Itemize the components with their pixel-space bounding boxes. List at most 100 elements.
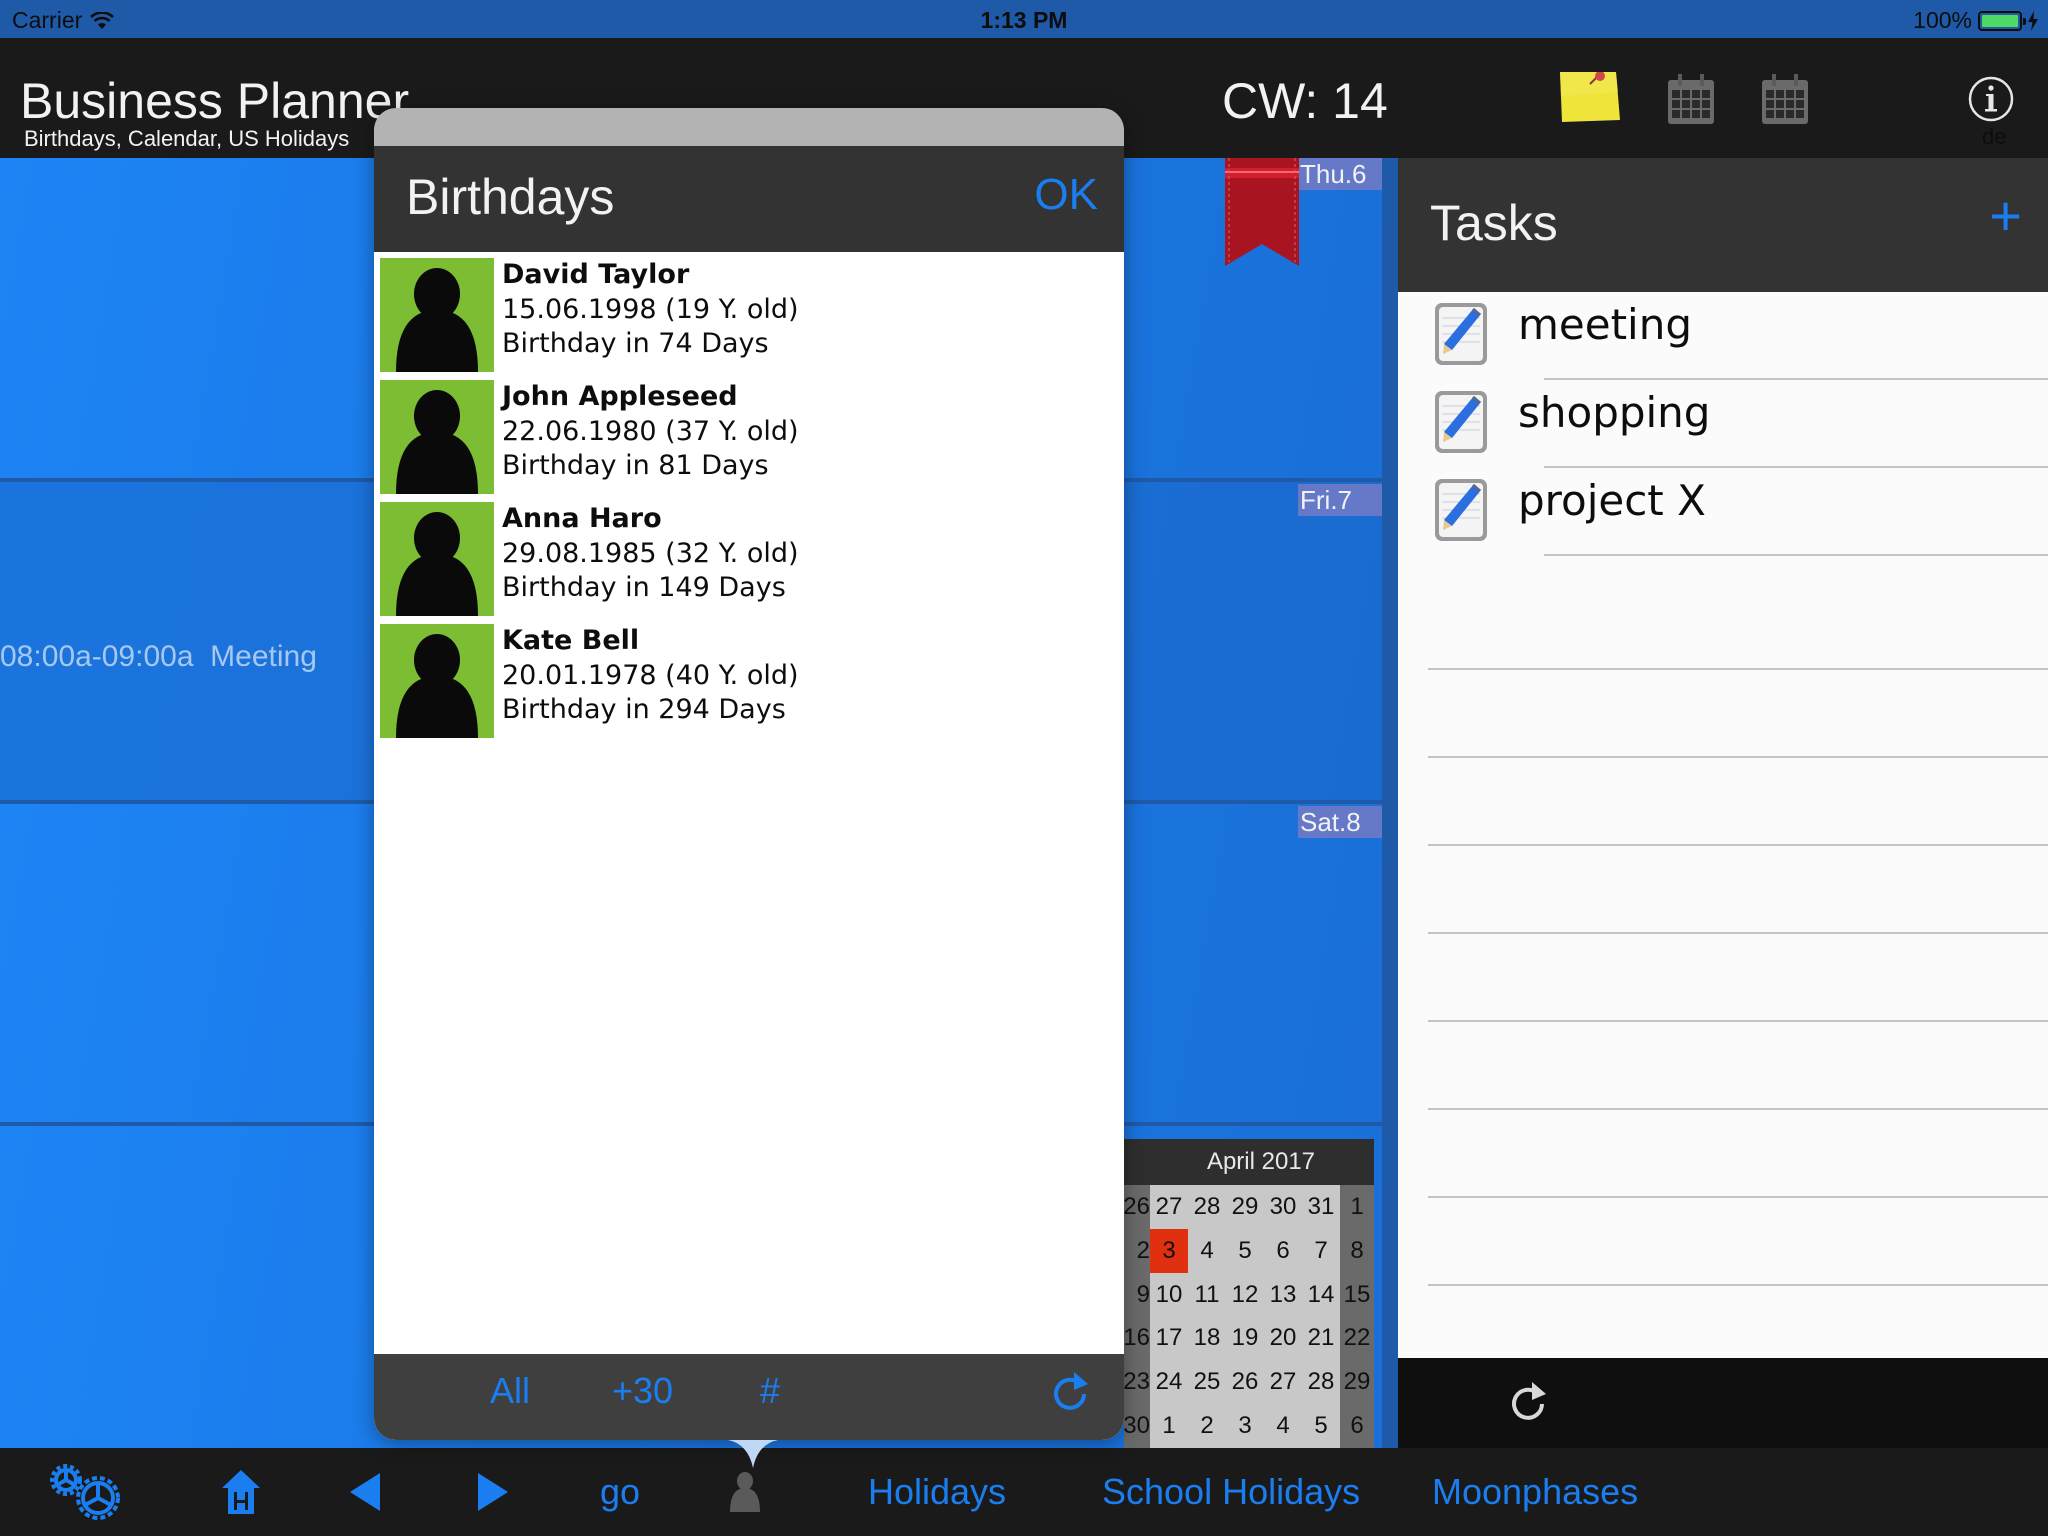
mini-calendar-day[interactable]: 28 (1302, 1360, 1340, 1405)
mini-calendar[interactable]: April 2017 26 27 28 29 30 31 1 2 3 4 5 6 7 8 9 10 11 12 13… (1124, 1139, 1374, 1448)
mini-calendar-day[interactable]: 4 (1264, 1404, 1302, 1448)
calendar-icon[interactable] (1668, 74, 1714, 124)
mini-calendar-day[interactable]: 4 (1188, 1228, 1226, 1273)
mini-calendar-day[interactable]: 24 (1150, 1360, 1188, 1405)
popover-header: Birthdays OK (374, 146, 1124, 252)
mini-calendar-day[interactable]: 22 (1340, 1316, 1374, 1361)
bottom-toolbar: go Holidays School Holidays Moonphases (0, 1448, 2048, 1536)
mini-calendar-day[interactable]: 30 (1264, 1185, 1302, 1229)
mini-calendar-day[interactable]: 20 (1264, 1316, 1302, 1361)
week-number: 23 (1124, 1360, 1150, 1405)
week-number: 9 (1124, 1272, 1150, 1317)
mini-calendar-day[interactable]: 12 (1226, 1272, 1264, 1317)
tasks-header: Tasks + (1398, 158, 2048, 292)
mini-calendar-day[interactable]: 31 (1302, 1185, 1340, 1229)
avatar (380, 502, 494, 616)
mini-calendar-grid: 26 27 28 29 30 31 1 2 3 4 5 6 7 8 9 10 11 12 13 14 15 16 17 18 1… (1124, 1185, 1374, 1448)
contact-name: Anna Haro (502, 503, 662, 534)
tasks-title: Tasks (1430, 195, 1558, 251)
calendar-event[interactable]: 08:00a-09:00a Meeting (0, 640, 317, 674)
birthday-entry[interactable]: John Appleseed 22.06.1980 (37 Y. old) Birt… (374, 374, 1124, 496)
mini-calendar-day[interactable]: 10 (1150, 1272, 1188, 1317)
mini-calendar-day[interactable]: 11 (1188, 1272, 1226, 1317)
task-label: project X (1518, 476, 1706, 525)
task-item[interactable]: project X (1398, 468, 2048, 556)
sort-number-button[interactable]: # (760, 1370, 780, 1412)
birth-date-age: 15.06.1998 (19 Y. old) (502, 293, 799, 325)
mini-calendar-day[interactable]: 1 (1150, 1404, 1188, 1448)
moonphases-button[interactable]: Moonphases (1432, 1448, 1638, 1536)
task-list: meeting shopping project X (1398, 292, 2048, 556)
calendar-week: CW: 14 (1222, 73, 1388, 129)
mini-calendar-day[interactable]: 2 (1188, 1404, 1226, 1448)
edit-note-icon (1435, 303, 1487, 365)
mini-calendar-today[interactable]: 3 (1150, 1228, 1188, 1273)
birthdays-popover: Birthdays OK David Taylor 15.06.1998 (19 … (374, 108, 1124, 1440)
mini-calendar-day[interactable]: 29 (1340, 1360, 1374, 1405)
task-item[interactable]: meeting (1398, 292, 2048, 380)
sticky-note-icon[interactable] (1560, 72, 1620, 122)
avatar (380, 624, 494, 738)
mini-calendar-day[interactable]: 27 (1150, 1185, 1188, 1229)
mini-calendar-day[interactable]: 1 (1340, 1185, 1374, 1229)
refresh-icon[interactable] (1050, 1370, 1094, 1418)
popover-footer: All +30 # (374, 1354, 1124, 1440)
gears-icon (50, 1464, 120, 1520)
mini-calendar-day[interactable]: 5 (1226, 1228, 1264, 1273)
holidays-button[interactable]: Holidays (868, 1448, 1006, 1536)
info-icon[interactable] (1968, 76, 2014, 122)
mini-calendar-day[interactable]: 3 (1226, 1404, 1264, 1448)
settings-button[interactable] (46, 1448, 128, 1536)
status-bar: Carrier 1:13 PM 100% (0, 0, 2048, 38)
mini-calendar-day[interactable]: 6 (1264, 1228, 1302, 1273)
next-button[interactable] (478, 1448, 508, 1536)
mini-calendar-day[interactable]: 7 (1302, 1228, 1340, 1273)
mini-calendar-day[interactable]: 6 (1340, 1404, 1374, 1448)
mini-calendar-day[interactable]: 17 (1150, 1316, 1188, 1361)
mini-calendar-day[interactable]: 13 (1264, 1272, 1302, 1317)
calendar-month-icon[interactable] (1762, 74, 1808, 124)
mini-calendar-day[interactable]: 27 (1264, 1360, 1302, 1405)
edit-note-icon (1435, 391, 1487, 453)
mini-calendar-day[interactable]: 29 (1226, 1185, 1264, 1229)
filter-all-button[interactable]: All (490, 1370, 530, 1412)
mini-calendar-day[interactable]: 19 (1226, 1316, 1264, 1361)
go-button[interactable]: go (600, 1448, 640, 1536)
mini-calendar-day[interactable]: 21 (1302, 1316, 1340, 1361)
birth-date-age: 20.01.1978 (40 Y. old) (502, 659, 799, 691)
mini-calendar-day[interactable]: 25 (1188, 1360, 1226, 1405)
battery-icon (1978, 10, 2026, 31)
mini-calendar-day[interactable]: 5 (1302, 1404, 1340, 1448)
school-holidays-button[interactable]: School Holidays (1102, 1448, 1360, 1536)
birthday-entry[interactable]: Anna Haro 29.08.1985 (32 Y. old) Birthday … (374, 496, 1124, 618)
birthday-entry[interactable]: Kate Bell 20.01.1978 (40 Y. old) Birthday … (374, 618, 1124, 740)
arrow-left-icon (350, 1473, 380, 1511)
mini-calendar-day[interactable]: 14 (1302, 1272, 1340, 1317)
mini-calendar-day[interactable]: 8 (1340, 1228, 1374, 1273)
previous-button[interactable] (350, 1448, 380, 1536)
mini-calendar-day[interactable]: 28 (1188, 1185, 1226, 1229)
popover-title: Birthdays (406, 169, 615, 225)
arrow-right-icon (478, 1473, 508, 1511)
birthday-list: David Taylor 15.06.1998 (19 Y. old) Birthd… (374, 252, 1124, 1440)
battery-indicator: 100% (1913, 7, 2038, 34)
person-silhouette-icon (396, 634, 478, 738)
task-item[interactable]: shopping (1398, 380, 2048, 468)
language-label: de (1982, 124, 2007, 149)
birthday-entry[interactable]: David Taylor 15.06.1998 (19 Y. old) Birthd… (374, 252, 1124, 374)
add-task-button[interactable]: + (1989, 188, 2022, 244)
home-button[interactable] (222, 1448, 260, 1536)
mini-calendar-day[interactable]: 18 (1188, 1316, 1226, 1361)
week-number: 26 (1124, 1185, 1150, 1229)
app-title: Business Planner (20, 73, 410, 129)
mini-calendar-day[interactable]: 15 (1340, 1272, 1374, 1317)
refresh-tasks-icon[interactable] (1508, 1380, 1552, 1428)
home-icon (222, 1470, 260, 1514)
mini-calendar-day[interactable]: 26 (1226, 1360, 1264, 1405)
avatar (380, 258, 494, 372)
ok-button[interactable]: OK (1034, 170, 1098, 220)
person-icon (730, 1472, 760, 1512)
filter-next-30-button[interactable]: +30 (612, 1370, 673, 1412)
contact-name: Kate Bell (502, 625, 640, 656)
bookmark-ribbon-icon (1225, 158, 1299, 266)
